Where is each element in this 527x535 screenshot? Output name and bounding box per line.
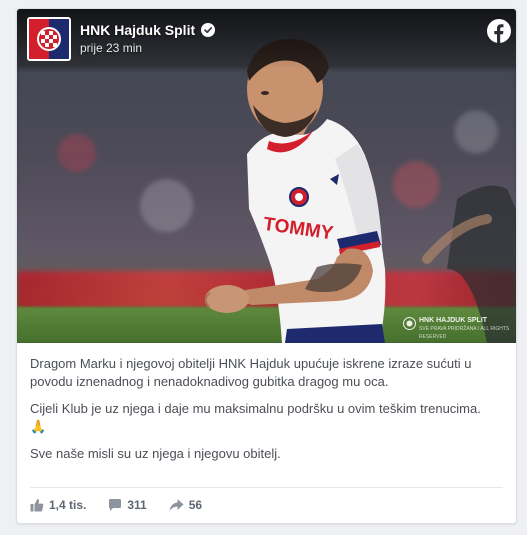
watermark-crest-icon	[403, 317, 416, 330]
comment-icon	[109, 499, 122, 511]
like-icon	[30, 499, 44, 512]
engagement-bar: 1,4 tis. 311 56	[30, 495, 224, 515]
share-button[interactable]: 56	[169, 498, 202, 512]
verified-icon	[201, 23, 215, 37]
club-crest-icon	[29, 19, 69, 59]
divider	[30, 487, 503, 488]
post-caption: Dragom Marku i njegovoj obitelji HNK Haj…	[30, 355, 500, 472]
comment-button[interactable]: 311	[108, 498, 147, 512]
caption-paragraph-1: Dragom Marku i njegovoj obitelji HNK Haj…	[30, 356, 472, 389]
comment-count: 311	[127, 498, 147, 512]
post-timestamp[interactable]: prije 23 min	[80, 41, 142, 55]
photo-watermark: HNK HAJDUK SPLIT SVE PRAVA PRIDRŽANA / A…	[403, 317, 516, 341]
page-name-link[interactable]: HNK Hajduk Split	[80, 22, 195, 38]
watermark-title: HNK HAJDUK SPLIT	[419, 317, 488, 324]
caption-paragraph-2: Cijeli Klub je uz njega i daje mu maksim…	[30, 401, 481, 434]
watermark-subtitle: SVE PRAVA PRIDRŽANA / ALL RIGHTS RESERVE…	[419, 326, 510, 340]
share-icon	[169, 499, 184, 511]
facebook-icon[interactable]	[487, 19, 511, 43]
post-photo[interactable]: TOMMY HNK Hajduk Split prije 23 min HNK …	[17, 9, 516, 343]
post-header	[17, 9, 516, 69]
like-count: 1,4 tis.	[49, 498, 87, 512]
caption-paragraph-3: Sve naše misli su uz njega i njegovu obi…	[30, 446, 281, 461]
facebook-post-card: TOMMY HNK Hajduk Split prije 23 min HNK …	[16, 8, 517, 524]
like-button[interactable]: 1,4 tis.	[30, 498, 86, 512]
page-avatar[interactable]	[27, 17, 71, 61]
share-count: 56	[188, 498, 203, 512]
